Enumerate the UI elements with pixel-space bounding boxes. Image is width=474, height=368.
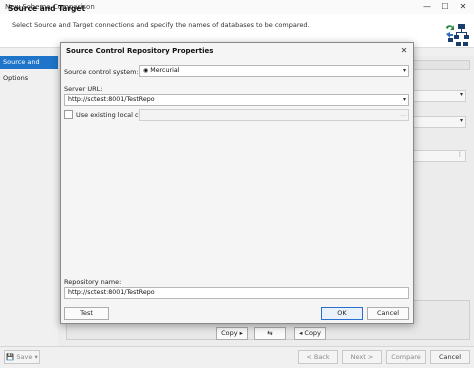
chevron-down-icon: ▾ — [34, 353, 38, 361]
schema-compare-icon — [446, 24, 469, 46]
chevron-down-icon: ▾ — [459, 91, 463, 98]
mercurial-icon: ◉ — [143, 67, 149, 74]
cancel-dialog-button[interactable]: Cancel — [367, 307, 409, 320]
copy-left-button[interactable]: Copy ▸ — [216, 327, 248, 340]
target-filter-combo[interactable]: ⋮ — [410, 150, 466, 162]
test-button[interactable]: Test — [64, 307, 109, 320]
close-icon[interactable]: ✕ — [397, 45, 411, 57]
chevron-down-icon: ▾ — [459, 117, 463, 124]
source-control-label: Source control system: — [64, 68, 139, 76]
copy-right-label: Copy — [304, 329, 321, 337]
maximize-button[interactable]: ☐ — [438, 1, 452, 13]
wizard-sidebar — [0, 56, 58, 346]
ok-button[interactable]: OK — [321, 307, 363, 320]
copy-left-label: Copy — [221, 329, 238, 337]
target-connection-combo[interactable]: ▾ — [410, 90, 466, 102]
dialog-title: Source Control Repository Properties — [66, 47, 214, 55]
source-control-select[interactable]: ◉ Mercurial ▾ — [139, 65, 409, 77]
use-local-clone-checkbox[interactable] — [64, 110, 73, 119]
page-title: Source and Target — [8, 4, 86, 13]
repository-name-label: Repository name: — [64, 278, 122, 286]
save-button[interactable]: 💾 Save ▾ — [4, 350, 40, 364]
sidebar-item-source-and-target[interactable]: Source and Target — [0, 56, 58, 79]
source-control-value: Mercurial — [150, 67, 180, 74]
arrow-left-icon: ◂ — [299, 329, 303, 337]
compare-button[interactable]: Compare — [386, 350, 426, 364]
chevron-down-icon: ▾ — [402, 96, 406, 103]
server-url-value: http://sctest:8001/TestRepo — [68, 96, 155, 103]
next-button[interactable]: Next > — [342, 350, 382, 364]
target-database-combo[interactable]: ▾ — [410, 116, 466, 128]
back-button[interactable]: < Back — [298, 350, 338, 364]
repository-properties-dialog: Source Control Repository Properties ✕ S… — [60, 42, 414, 324]
chevron-down-icon: ⋮ — [457, 151, 463, 158]
sidebar-item-options[interactable]: Options — [0, 72, 58, 85]
save-label: Save — [16, 353, 33, 361]
chevron-down-icon: ▾ — [402, 67, 406, 74]
page-description: Select Source and Target connections and… — [12, 21, 310, 29]
arrow-right-icon: ▸ — [239, 329, 243, 337]
copy-right-button[interactable]: ◂ Copy — [294, 327, 326, 340]
close-window-button[interactable]: ✕ — [456, 1, 470, 13]
local-clone-path-input: ... — [139, 109, 409, 121]
browse-folder-button: ... — [400, 111, 406, 118]
cancel-wizard-button[interactable]: Cancel — [430, 350, 470, 364]
repository-name-input[interactable]: http://sctest:8001/TestRepo — [64, 287, 409, 299]
repository-name-value: http://sctest:8001/TestRepo — [68, 289, 155, 296]
minimize-button[interactable]: — — [420, 1, 434, 13]
server-url-label: Server URL: — [64, 85, 103, 93]
save-icon: 💾 — [6, 353, 15, 361]
swap-button[interactable]: ⇆ — [254, 327, 286, 340]
dialog-body-area — [64, 121, 410, 281]
server-url-input[interactable]: http://sctest:8001/TestRepo ▾ — [64, 94, 409, 106]
